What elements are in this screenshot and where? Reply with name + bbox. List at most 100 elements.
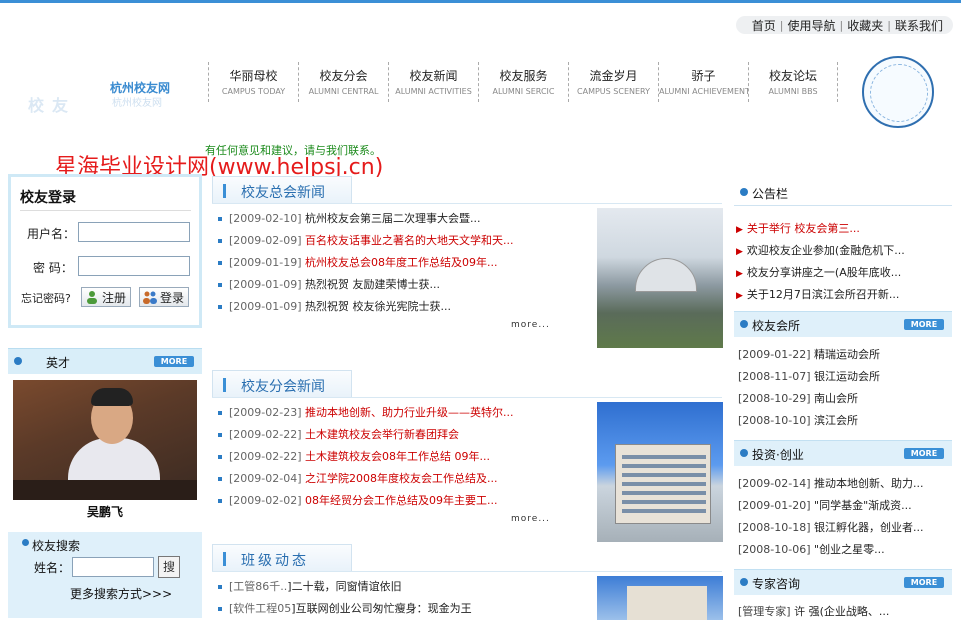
invest-item[interactable]: [2009-02-14] 推动本地创新、助力... [738,475,952,491]
invest-item[interactable]: [2008-10-06] "创业之星零... [738,541,952,557]
logo-decoration: 校友 [28,96,77,115]
bullet-icon [218,477,222,481]
invest-item[interactable]: [2009-01-20] "同学基金"渐成资... [738,497,952,513]
bulletin-item[interactable]: ▶ 校友分享讲座之一(A股年底收... [734,264,948,280]
password-label: 密 码： [33,261,73,275]
contact-link[interactable]: 联系我们 [891,17,947,34]
alumni-photo[interactable] [13,380,197,500]
school-seal [862,56,934,128]
nav-alumni-achievement[interactable]: 骄子 ALUMNI ACHIEVEMENT [658,62,748,102]
club-item[interactable]: [2008-10-10] 滨江会所 [738,412,952,428]
bulletin-item[interactable]: ▶ 欢迎校友企业参加(金融危机下... [734,242,948,258]
campus-stadium-photo[interactable] [597,208,723,348]
favorites-link[interactable]: 收藏夹 [843,17,887,34]
branch-title-text: 土木建筑校友会08年工作总结 09年... [305,450,490,463]
branch-item[interactable]: [2009-02-04] 之江学院2008年度校友会工作总结及... [218,470,588,486]
login-button[interactable]: 登录 [139,287,190,307]
register-button[interactable]: 注册 [81,287,132,307]
bullet-icon [740,188,748,196]
invest-more-button[interactable]: MORE [904,448,944,459]
bulletin-item[interactable]: ▶ 关于举行 校友会第三... [734,220,948,236]
nav-alumni-activities[interactable]: 校友新闻 ALUMNI ACTIVITIES [388,62,478,102]
expert-field: [管理专家] [738,605,791,618]
navigation-link[interactable]: 使用导航 [784,17,840,34]
branch-item[interactable]: [2009-02-23] 推动本地创新、助力行业升级——英特尔... [218,404,588,420]
nav-alumni-service[interactable]: 校友服务 ALUMNI SERCIC [478,62,568,102]
expert-item[interactable]: [管理专家] 许 强(企业战略、... [738,603,952,619]
branch-item[interactable]: [2009-02-22] 土木建筑校友会举行新春团拜会 [218,426,588,442]
bullet-icon [218,455,222,459]
nav-alumni-bbs[interactable]: 校友论坛 ALUMNI BBS [748,62,838,102]
branch-item[interactable]: [2009-02-22] 土木建筑校友会08年工作总结 09年... [218,448,588,464]
name-label: 姓名： [34,561,71,575]
branch-title-text: 之江学院2008年度校友会工作总结及... [305,472,498,485]
branch-more-link[interactable]: more... [511,514,550,524]
divider [212,571,722,572]
divider [212,203,722,204]
photo-building [627,586,707,620]
bulletin-text: 关于12月7日滨江会所召开新... [746,288,900,301]
class-item[interactable]: [软件工程05]互联网创业公司匆忙瘦身：现金为王 [218,600,588,616]
club-date: [2009-01-22] [738,348,811,361]
invest-title: 投资·创业 [752,448,804,462]
news-item[interactable]: [2009-02-09] 百名校友话事业之著名的大地天文学和天... [218,232,588,248]
news-title-text: 杭州校友会第三届二次理事大会暨... [305,212,481,225]
photo-hair [91,388,133,406]
news-title-text: 百名校友话事业之著名的大地天文学和天... [305,234,514,247]
invest-date: [2008-10-18] [738,521,811,534]
news-item[interactable]: [2009-01-09] 热烈祝贺 校友徐光宪院士获... [218,298,588,314]
nav-campus-scenery[interactable]: 流金岁月 CAMPUS SCENERY [568,62,658,102]
nav-label: 骄子 [691,69,716,83]
home-link[interactable]: 首页 [748,17,780,34]
invest-header: 投资·创业 MORE [734,440,952,466]
club-item[interactable]: [2008-11-07] 银江运动会所 [738,368,952,384]
nav-label: 校友服务 [499,69,548,83]
register-label: 注册 [102,290,127,305]
class-item[interactable]: [工管86千..]二十载，同窗情谊依旧 [218,578,588,594]
branch-tab[interactable]: 校友分会新闻 [212,370,352,398]
news-item[interactable]: [2009-01-19] 杭州校友总会08年度工作总结及09年... [218,254,588,270]
news-item[interactable]: [2009-01-09] 热烈祝贺 友励建荣博士获... [218,276,588,292]
nav-campus-today[interactable]: 华丽母校 CAMPUS TODAY [208,62,298,102]
username-input[interactable] [78,222,190,242]
branch-date: [2009-02-04] [229,472,302,485]
news-item[interactable]: [2009-02-10] 杭州校友会第三届二次理事大会暨... [218,210,588,226]
bullet-icon [14,357,22,365]
news-date: [2009-01-09] [229,278,302,291]
nav-alumni-central[interactable]: 校友分会 ALUMNI CENTRAL [298,62,388,102]
bullet-icon [218,283,222,287]
club-item[interactable]: [2009-01-22] 精瑞运动会所 [738,346,952,362]
class-tab[interactable]: 班级动态 [212,544,352,572]
club-item[interactable]: [2008-10-29] 南山会所 [738,390,952,406]
talent-title: 英才 [46,356,71,370]
invest-item[interactable]: [2008-10-18] 银江孵化器，创业者... [738,519,952,535]
photo-caption[interactable]: 吴鹏飞 [13,503,197,520]
invest-date: [2009-01-20] [738,499,811,512]
forgot-password-link[interactable]: 忘记密码? [21,290,71,306]
club-text: 南山会所 [814,392,859,405]
talent-header: 英才 MORE [8,348,202,374]
bulletin-item[interactable]: ▶ 关于12月7日滨江会所召开新... [734,286,948,302]
campus-tower-photo[interactable] [597,576,723,620]
class-title-text: ]互联网创业公司匆忙瘦身：现金为王 [291,602,472,615]
expert-more-button[interactable]: MORE [904,577,944,588]
nav-label: 校友分会 [319,69,368,83]
news-tab[interactable]: 校友总会新闻 [212,176,352,204]
branch-title-text: 08年经贸分会工作总结及09年主要工... [305,494,498,507]
club-more-button[interactable]: MORE [904,319,944,330]
class-title-text: ]二十载，同窗情谊依旧 [287,580,402,593]
bullet-icon [218,239,222,243]
campus-building-photo[interactable] [597,402,723,542]
photo-dome [635,258,697,292]
password-input[interactable] [78,256,190,276]
top-accent-line [0,0,961,3]
advanced-search-link[interactable]: 更多搜索方式>>> [70,585,172,602]
login-label: 登录 [160,290,185,305]
news-date: [2009-02-10] [229,212,302,225]
name-search-input[interactable] [72,557,154,577]
search-button[interactable]: 搜 [158,556,180,578]
site-logo[interactable]: 校友 杭州校友网 杭州校友网 [28,76,188,115]
news-more-link[interactable]: more... [511,320,550,330]
branch-item[interactable]: [2009-02-02] 08年经贸分会工作总结及09年主要工... [218,492,588,508]
talent-more-button[interactable]: MORE [154,356,194,367]
